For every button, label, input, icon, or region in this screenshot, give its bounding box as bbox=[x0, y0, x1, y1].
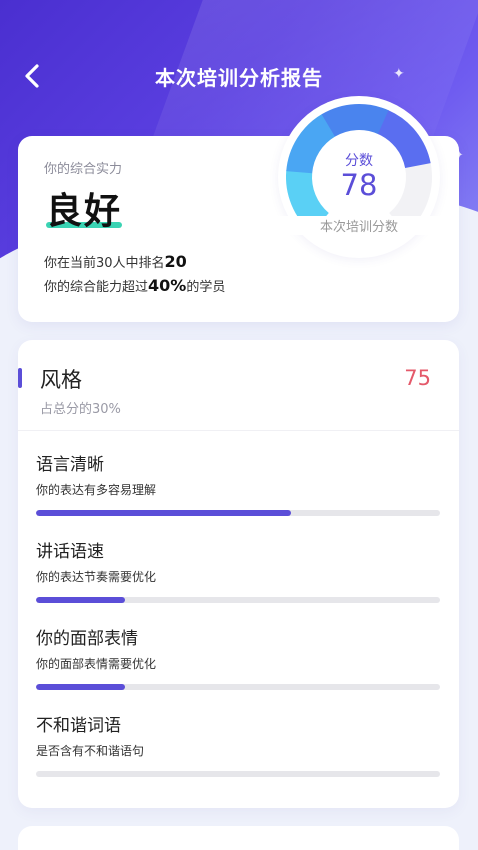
section-score: 75 bbox=[404, 366, 431, 390]
progress-track bbox=[36, 684, 440, 690]
progress-track bbox=[36, 771, 440, 777]
metric-desc: 你的面部表情需要优化 bbox=[36, 657, 157, 671]
progress-track bbox=[36, 510, 440, 516]
metric-title: 你的面部表情 bbox=[36, 629, 138, 649]
score-gauge: 分数 78 本次培训分数 bbox=[278, 96, 440, 258]
exceed-value: 40% bbox=[148, 276, 187, 295]
divider bbox=[18, 430, 459, 431]
page-title: 本次培训分析报告 bbox=[155, 65, 323, 90]
rank-line: 你在当前30人中排名20 bbox=[44, 252, 187, 271]
exceed-line: 你的综合能力超过40%的学员 bbox=[44, 276, 225, 295]
progress-fill bbox=[36, 510, 291, 516]
metric-title: 讲话语速 bbox=[36, 542, 104, 562]
section-accent-bar bbox=[18, 368, 22, 388]
section-subtitle: 占总分的30% bbox=[40, 402, 121, 417]
metric-desc: 是否含有不和谐语句 bbox=[36, 744, 145, 758]
next-section-card bbox=[18, 826, 459, 850]
grade-value: 良好 bbox=[46, 191, 123, 232]
rank-prefix: 你在当前30人中排名 bbox=[44, 256, 165, 271]
chevron-left-icon bbox=[25, 64, 39, 88]
metric-desc: 你的表达节奏需要优化 bbox=[36, 570, 157, 584]
section-title: 风格 bbox=[40, 368, 82, 392]
style-section-card: 风格 75 占总分的30% 语言清晰 你的表达有多容易理解 讲话语速 你的表达节… bbox=[18, 340, 459, 808]
metric-item: 不和谐词语 是否含有不和谐语句 bbox=[36, 711, 440, 777]
metric-item: 你的面部表情 你的面部表情需要优化 bbox=[36, 624, 440, 690]
exceed-prefix: 你的综合能力超过 bbox=[44, 280, 149, 295]
gauge-score: 78 bbox=[340, 168, 378, 202]
exceed-suffix: 的学员 bbox=[186, 280, 226, 295]
back-button[interactable] bbox=[18, 62, 46, 90]
gauge-label: 分数 bbox=[345, 153, 373, 169]
gauge-segment-arc bbox=[321, 104, 390, 137]
progress-fill bbox=[36, 684, 125, 690]
progress-fill bbox=[36, 597, 125, 603]
progress-track bbox=[36, 597, 440, 603]
rank-value: 20 bbox=[164, 252, 187, 271]
gauge-caption: 本次培训分数 bbox=[278, 216, 440, 235]
metric-item: 讲话语速 你的表达节奏需要优化 bbox=[36, 537, 440, 603]
metric-title: 不和谐词语 bbox=[36, 716, 121, 736]
top-bar: 本次培训分析报告 bbox=[0, 52, 478, 100]
metric-item: 语言清晰 你的表达有多容易理解 bbox=[36, 450, 440, 516]
metric-desc: 你的表达有多容易理解 bbox=[36, 483, 157, 497]
summary-label: 你的综合实力 bbox=[44, 162, 123, 177]
metric-title: 语言清晰 bbox=[36, 455, 104, 475]
